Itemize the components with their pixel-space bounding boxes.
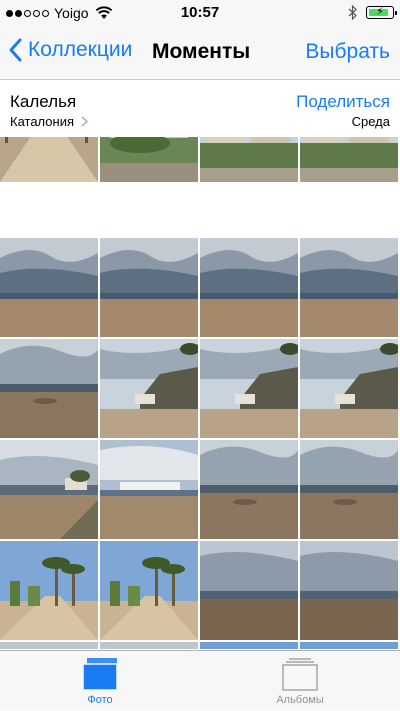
tab-photos[interactable]: Фото (0, 651, 200, 711)
tab-albums[interactable]: Альбомы (200, 651, 400, 711)
photo-image (0, 541, 98, 640)
region-link[interactable]: Каталония (10, 114, 88, 129)
charging-bolt-icon: ⚡ (376, 6, 384, 18)
photo-image (300, 440, 398, 539)
photo-grid (0, 137, 400, 649)
photo-image (100, 541, 198, 640)
photo-thumbnail[interactable] (100, 238, 198, 337)
photo-thumbnail[interactable] (0, 440, 98, 539)
photo-thumbnail[interactable] (100, 137, 198, 182)
location-title: Калелья (10, 92, 77, 111)
photo-image (200, 440, 298, 539)
photo-thumbnail[interactable] (300, 137, 398, 182)
back-button[interactable]: Коллекции (8, 38, 132, 62)
photos-tab-icon (82, 658, 118, 691)
photo-image (200, 541, 298, 640)
photos-tab-label: Фото (87, 694, 113, 706)
photo-thumbnail[interactable] (0, 137, 98, 182)
photo-thumbnail[interactable] (200, 440, 298, 539)
photo-thumbnail[interactable] (300, 642, 398, 649)
status-right: ⚡ (348, 5, 397, 20)
photo-image (100, 238, 198, 337)
photo-thumbnail[interactable] (100, 541, 198, 640)
day-label: Среда (351, 114, 390, 129)
battery-cap (395, 11, 397, 15)
photo-thumbnail[interactable] (200, 238, 298, 337)
photo-image (300, 541, 398, 640)
photo-image (200, 339, 298, 438)
region-label: Каталония (10, 114, 74, 129)
photo-image (200, 137, 298, 182)
photo-image (200, 642, 298, 649)
photo-thumbnail[interactable] (200, 137, 298, 182)
photo-image (0, 440, 98, 539)
photo-thumbnail[interactable] (300, 238, 398, 337)
photo-image (300, 339, 398, 438)
photo-image (100, 440, 198, 539)
photo-image (300, 238, 398, 337)
photo-thumbnail[interactable] (100, 440, 198, 539)
status-time: 10:57 (180, 4, 220, 21)
albums-tab-icon (282, 658, 318, 691)
photo-thumbnail[interactable] (200, 339, 298, 438)
page-title: Моменты (152, 40, 251, 63)
select-button[interactable]: Выбрать (305, 40, 390, 64)
photo-thumbnail[interactable] (300, 339, 398, 438)
photo-image (300, 642, 398, 649)
chevron-right-icon (81, 116, 88, 127)
tab-bar: Фото Альбомы (0, 650, 400, 710)
photo-image (100, 137, 198, 182)
photo-thumbnail[interactable] (0, 642, 98, 649)
photo-thumbnail[interactable] (100, 642, 198, 649)
moment-header: Калелья Каталония Поделиться Среда (0, 80, 400, 136)
photo-thumbnail[interactable] (300, 440, 398, 539)
bluetooth-icon (348, 5, 357, 20)
photo-thumbnail[interactable] (200, 541, 298, 640)
chevron-left-icon (9, 38, 22, 62)
back-button-label: Коллекции (28, 38, 133, 61)
photo-image (300, 137, 398, 182)
photo-image (100, 339, 198, 438)
photo-thumbnail[interactable] (100, 339, 198, 438)
share-button[interactable]: Поделиться (296, 92, 390, 112)
photo-image (0, 137, 98, 182)
photo-image (100, 642, 198, 649)
photo-thumbnail[interactable] (200, 642, 298, 649)
photo-image (200, 238, 298, 337)
photo-thumbnail[interactable] (300, 541, 398, 640)
photo-thumbnail[interactable] (0, 541, 98, 640)
navigation-bar: Коллекции Моменты Выбрать (0, 26, 400, 80)
photo-image (0, 642, 98, 649)
photo-thumbnail[interactable] (0, 339, 98, 438)
albums-tab-label: Альбомы (276, 694, 324, 706)
photo-image (0, 339, 98, 438)
battery-charging-icon: ⚡ (366, 6, 397, 19)
photo-image (0, 238, 98, 337)
photo-thumbnail[interactable] (0, 238, 98, 337)
status-bar: Yoigo 10:57 ⚡ (0, 0, 400, 26)
